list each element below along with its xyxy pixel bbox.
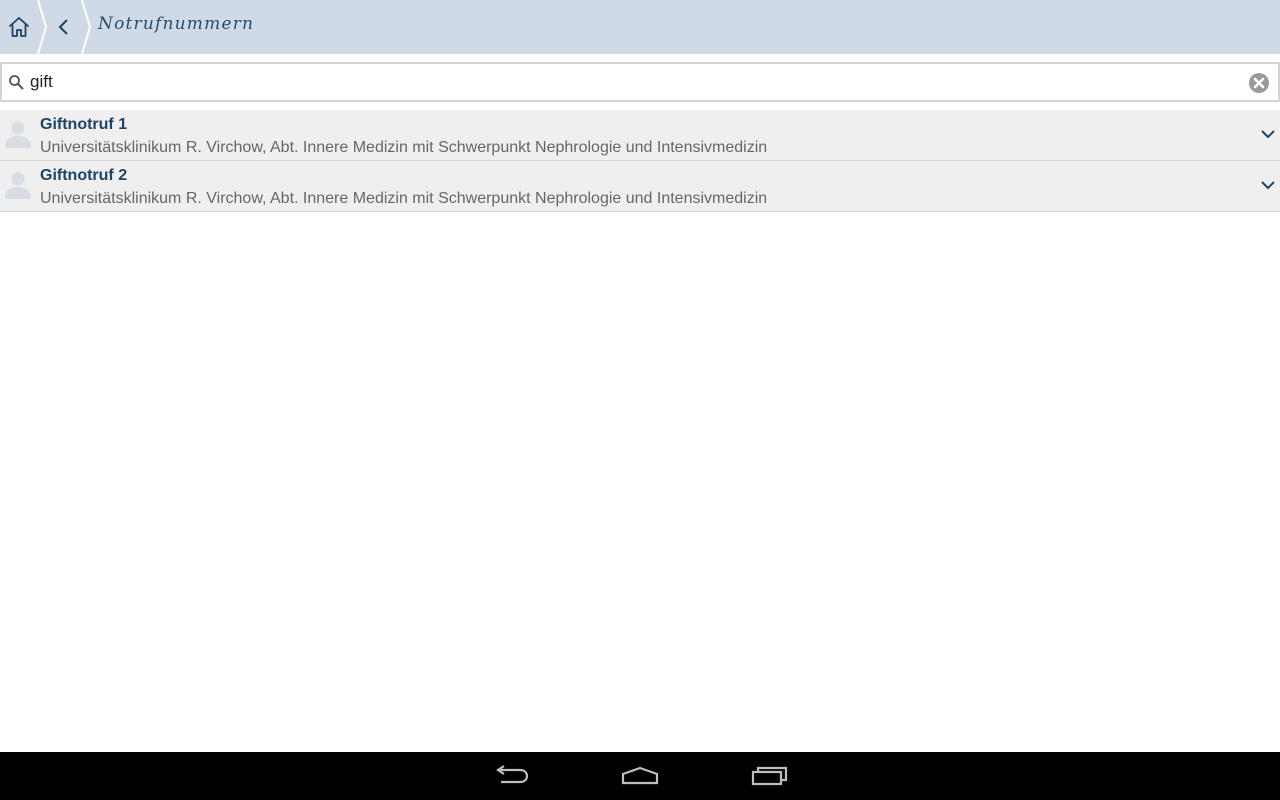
system-nav-bar xyxy=(0,752,1280,800)
android-back-icon[interactable] xyxy=(492,762,532,790)
list-item[interactable]: Giftnotruf 1 Universitätsklinikum R. Vir… xyxy=(0,110,1280,161)
home-button[interactable] xyxy=(0,0,38,54)
chevron-down-icon[interactable] xyxy=(1260,179,1276,191)
search-icon xyxy=(9,75,24,90)
list-item-title: Giftnotruf 2 xyxy=(40,167,128,184)
list-item-subtitle: Universitätsklinikum R. Virchow, Abt. In… xyxy=(40,190,768,207)
list-item-title: Giftnotruf 1 xyxy=(40,116,128,133)
header-bar: Notrufnummern xyxy=(0,0,1280,54)
chevron-left-icon xyxy=(58,19,68,35)
app-window: Notrufnummern Giftnotruf 1 Universitätsk… xyxy=(0,0,1280,800)
home-icon xyxy=(9,17,29,37)
chevron-down-icon[interactable] xyxy=(1260,128,1276,140)
clear-circle-icon[interactable] xyxy=(1248,72,1270,94)
person-icon xyxy=(5,121,31,148)
android-home-icon[interactable] xyxy=(620,762,660,790)
search-bar[interactable] xyxy=(0,62,1280,102)
page-title: Notrufnummern xyxy=(98,14,255,34)
person-icon xyxy=(5,172,31,199)
list-item[interactable]: Giftnotruf 2 Universitätsklinikum R. Vir… xyxy=(0,161,1280,212)
list-item-subtitle: Universitätsklinikum R. Virchow, Abt. In… xyxy=(40,139,768,156)
search-input[interactable] xyxy=(30,68,1230,96)
back-button[interactable] xyxy=(46,0,82,54)
android-recents-icon[interactable] xyxy=(749,762,789,790)
breadcrumb-divider xyxy=(81,0,92,54)
result-list: Giftnotruf 1 Universitätsklinikum R. Vir… xyxy=(0,110,1280,212)
